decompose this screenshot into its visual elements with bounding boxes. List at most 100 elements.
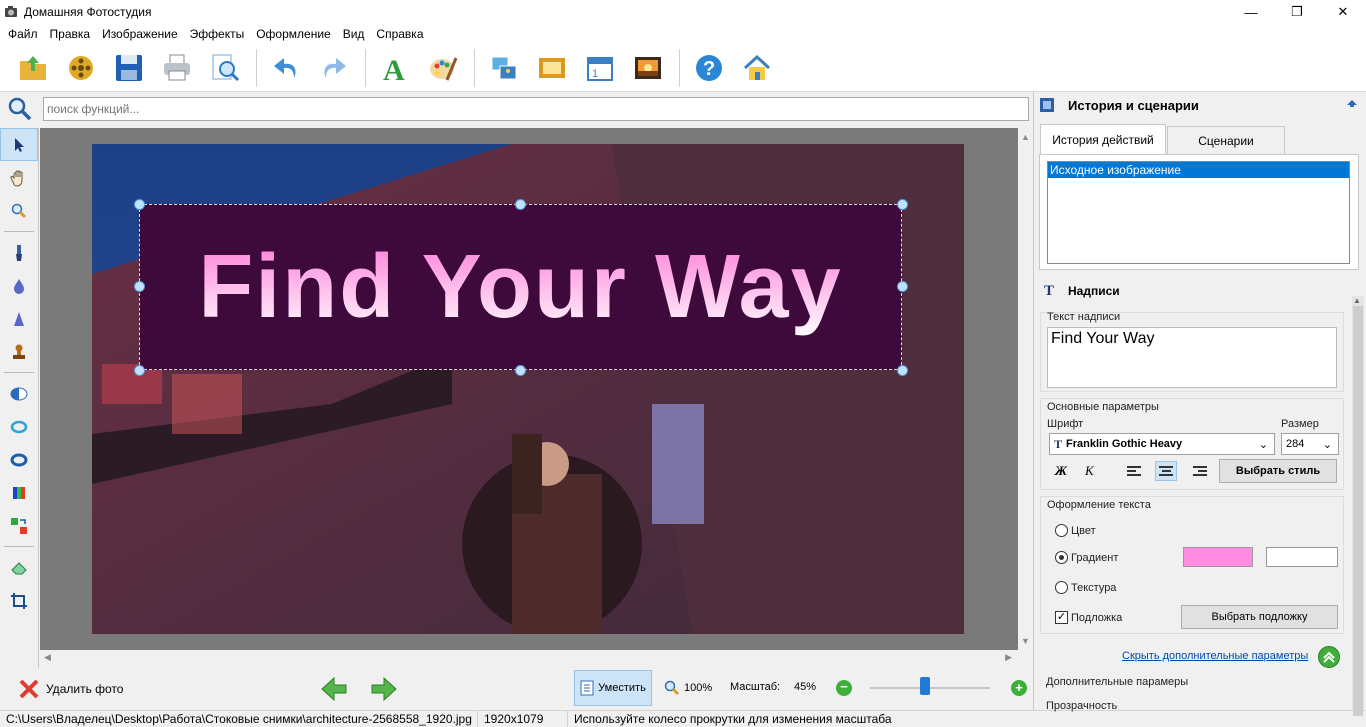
crop-tool[interactable] xyxy=(0,584,38,617)
tab-scenarios[interactable]: Сценарии xyxy=(1167,126,1285,154)
text-tool-icon: T xyxy=(1044,282,1055,299)
search-icon xyxy=(8,97,32,121)
resize-handle-bottom[interactable] xyxy=(515,365,526,376)
gradient-radio[interactable] xyxy=(1055,551,1068,564)
palette-icon[interactable] xyxy=(426,51,460,85)
menu-effects[interactable]: Эффекты xyxy=(184,27,251,41)
vertical-scrollbar[interactable]: ▲ ▼ xyxy=(1018,128,1033,650)
menu-design[interactable]: Оформление xyxy=(250,27,336,41)
eraser-tool[interactable] xyxy=(0,551,38,584)
history-item[interactable]: Исходное изображение xyxy=(1048,162,1349,178)
arrow-right-icon xyxy=(371,676,397,702)
hand-tool[interactable] xyxy=(0,161,38,194)
tab-history[interactable]: История действий xyxy=(1040,124,1166,154)
search-input[interactable] xyxy=(43,97,1029,121)
caption-text-box[interactable]: Find Your Way xyxy=(139,204,902,370)
frame-icon[interactable] xyxy=(535,51,569,85)
gradient-end-swatch[interactable] xyxy=(1266,547,1338,567)
close-button[interactable]: ✕ xyxy=(1320,0,1366,24)
resize-handle-bottom-right[interactable] xyxy=(897,365,908,376)
toolbar-separator xyxy=(256,48,257,87)
zoom-out-icon[interactable]: − xyxy=(836,680,852,696)
menu-edit[interactable]: Правка xyxy=(44,27,97,41)
zoom-slider[interactable] xyxy=(870,677,990,695)
transparency-label: Прозрачность xyxy=(1046,700,1118,712)
tool-separator xyxy=(4,372,34,373)
caption-text-field[interactable]: Find Your Way xyxy=(1047,327,1337,388)
gradient-start-swatch[interactable] xyxy=(1183,547,1253,567)
resize-handle-top-right[interactable] xyxy=(897,199,908,210)
color-levels-tool[interactable] xyxy=(0,476,38,509)
ring-dark-tool[interactable] xyxy=(0,443,38,476)
fit-button[interactable]: Уместить xyxy=(574,670,652,706)
menu-view[interactable]: Вид xyxy=(337,27,371,41)
menu-bar: Файл Правка Изображение Эффекты Оформлен… xyxy=(0,24,1366,44)
collage-icon[interactable] xyxy=(487,51,521,85)
resize-handle-top[interactable] xyxy=(515,199,526,210)
zoom-tool[interactable] xyxy=(0,194,38,227)
brush-tool[interactable] xyxy=(0,236,38,269)
zoom-in-icon[interactable]: + xyxy=(1011,680,1027,696)
next-photo-button[interactable] xyxy=(370,676,398,705)
resize-handle-bottom-left[interactable] xyxy=(134,365,145,376)
history-panel-header: История и сценарии xyxy=(1034,92,1366,118)
menu-help[interactable]: Справка xyxy=(370,27,429,41)
replace-color-tool[interactable] xyxy=(0,509,38,542)
resize-handle-top-left[interactable] xyxy=(134,199,145,210)
contrast-tool[interactable] xyxy=(0,377,38,410)
arrow-select-tool[interactable] xyxy=(0,128,38,161)
redo-icon[interactable] xyxy=(317,51,351,85)
size-select[interactable]: 284 ⌄ xyxy=(1281,433,1339,455)
choose-backing-button[interactable]: Выбрать подложку xyxy=(1181,605,1338,629)
delete-photo-button[interactable]: Удалить фото xyxy=(18,678,123,700)
collapse-up-icon[interactable] xyxy=(1346,97,1358,109)
align-left-icon[interactable] xyxy=(1127,461,1149,481)
delete-icon xyxy=(19,679,39,699)
color-radio[interactable] xyxy=(1055,524,1068,537)
resize-handle-left[interactable] xyxy=(134,281,145,292)
left-tools-panel xyxy=(0,128,39,668)
choose-style-button[interactable]: Выбрать стиль xyxy=(1219,459,1337,483)
resize-handle-right[interactable] xyxy=(897,281,908,292)
font-select[interactable]: T Franklin Gothic Heavy ⌄ xyxy=(1049,433,1275,455)
app-icon xyxy=(5,6,17,17)
chevron-down-icon: ⌄ xyxy=(1322,438,1332,451)
undo-icon[interactable] xyxy=(269,51,303,85)
open-folder-icon[interactable] xyxy=(16,51,50,85)
horizontal-scrollbar[interactable]: ◀ ▶ xyxy=(40,650,1018,666)
backing-checkbox[interactable]: ✓ xyxy=(1055,611,1068,624)
right-panel: История и сценарии История действий Сцен… xyxy=(1033,92,1366,716)
italic-button[interactable]: К xyxy=(1085,463,1094,479)
ring-light-tool[interactable] xyxy=(0,410,38,443)
text-icon[interactable]: A xyxy=(378,51,412,85)
print-icon[interactable] xyxy=(160,51,194,85)
history-list[interactable]: Исходное изображение xyxy=(1047,161,1350,264)
panel-scrollbar[interactable]: ▲ xyxy=(1352,296,1364,716)
stamp-tool[interactable] xyxy=(0,335,38,368)
status-hint: Используйте колесо прокрутки для изменен… xyxy=(574,711,892,726)
blur-drop-tool[interactable] xyxy=(0,269,38,302)
zoom-100-button[interactable]: 100% xyxy=(664,680,712,696)
sharpen-tool[interactable] xyxy=(0,302,38,335)
save-icon[interactable] xyxy=(112,51,146,85)
zoom-preview-icon[interactable] xyxy=(208,51,242,85)
menu-image[interactable]: Изображение xyxy=(96,27,184,41)
hide-params-link[interactable]: Скрыть дополнительные параметры xyxy=(1122,650,1308,662)
chevron-down-icon: ⌄ xyxy=(1258,438,1268,451)
maximize-button[interactable]: ❐ xyxy=(1274,0,1320,24)
bold-button[interactable]: Ж xyxy=(1055,463,1067,479)
prev-photo-button[interactable] xyxy=(320,676,348,705)
calendar-icon[interactable]: 1 xyxy=(583,51,617,85)
postcard-icon[interactable] xyxy=(631,51,665,85)
zoom-slider-thumb[interactable] xyxy=(919,677,930,695)
minimize-button[interactable]: — xyxy=(1228,0,1274,24)
texture-radio[interactable] xyxy=(1055,581,1068,594)
panel-icon xyxy=(1040,98,1054,112)
collapse-params-icon[interactable] xyxy=(1318,646,1340,668)
menu-file[interactable]: Файл xyxy=(2,27,44,41)
help-icon[interactable]: ? xyxy=(692,51,726,85)
film-reel-icon[interactable] xyxy=(64,51,98,85)
home-icon[interactable] xyxy=(740,51,774,85)
align-right-icon[interactable] xyxy=(1185,461,1207,481)
align-center-icon[interactable] xyxy=(1155,461,1177,481)
